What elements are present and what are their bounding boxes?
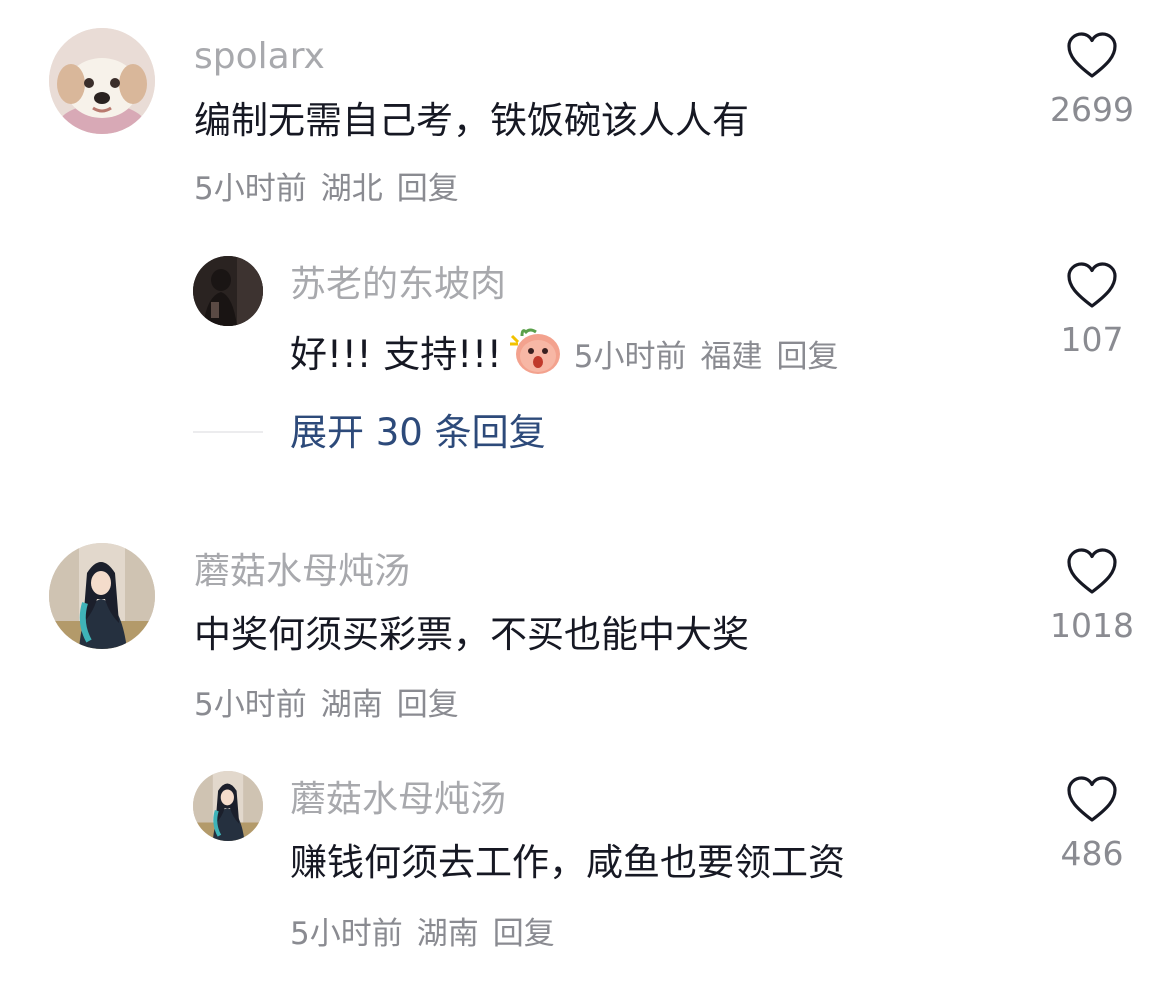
- like-count: 107: [1060, 320, 1124, 359]
- reply-meta: 5小时前 湖南 回复: [290, 914, 569, 954]
- comment-location: 湖南: [320, 687, 383, 723]
- like-button[interactable]: 107: [1032, 262, 1152, 360]
- reply-button[interactable]: 回复: [397, 687, 459, 723]
- reply-button[interactable]: 回复: [397, 171, 459, 207]
- reply-username[interactable]: 苏老的东坡肉: [290, 263, 506, 307]
- like-count: 2699: [1050, 90, 1134, 129]
- expand-replies-button[interactable]: 展开 30 条回复: [290, 410, 546, 456]
- reply-text-row: 好!!! 支持!!! 5小时前 福建 回复: [290, 326, 853, 387]
- like-button[interactable]: 1018: [1032, 548, 1152, 646]
- reply-location: 湖南: [416, 916, 479, 952]
- comment-text: 中奖何须买彩票，不买也能中大奖: [194, 613, 749, 656]
- like-count: 486: [1060, 834, 1124, 873]
- like-button[interactable]: 2699: [1032, 32, 1152, 130]
- heart-outline-icon: [1067, 32, 1117, 78]
- like-count: 1018: [1050, 606, 1134, 645]
- avatar[interactable]: [193, 256, 263, 326]
- reply-time: 5小时前: [290, 916, 403, 952]
- dark-figure-avatar-icon: [193, 256, 263, 326]
- comment-username[interactable]: 蘑菇水母炖汤: [194, 550, 410, 594]
- heart-outline-icon: [1067, 548, 1117, 594]
- comment-text: 编制无需自己考，铁饭碗该人人有: [194, 99, 749, 142]
- anime-character-avatar-icon: [49, 543, 155, 649]
- comment-location: 湖北: [320, 171, 383, 207]
- expand-divider: [193, 431, 263, 433]
- avatar[interactable]: [193, 771, 263, 841]
- reply-button[interactable]: 回复: [493, 916, 555, 952]
- anime-character-avatar-icon: [193, 771, 263, 841]
- reply-username[interactable]: 蘑菇水母炖汤: [290, 778, 506, 822]
- comment-meta: 5小时前 湖南 回复: [194, 685, 473, 725]
- reply-text: 好!!! 支持!!!: [290, 333, 502, 376]
- angry-peach-emoji-icon: [508, 326, 564, 387]
- heart-outline-icon: [1067, 262, 1117, 308]
- reply-time: 5小时前: [573, 339, 687, 375]
- avatar[interactable]: [49, 28, 155, 134]
- avatar[interactable]: [49, 543, 155, 649]
- comment-meta: 5小时前 湖北 回复: [194, 169, 473, 209]
- heart-outline-icon: [1067, 776, 1117, 822]
- reply-text: 赚钱何须去工作，咸鱼也要领工资: [290, 841, 845, 884]
- dog-avatar-icon: [49, 28, 155, 134]
- like-button[interactable]: 486: [1032, 776, 1152, 874]
- comment-time: 5小时前: [194, 171, 307, 207]
- reply-meta: 5小时前 福建 回复: [574, 339, 853, 375]
- comment-time: 5小时前: [194, 687, 307, 723]
- reply-button[interactable]: 回复: [777, 339, 839, 375]
- reply-location: 福建: [700, 339, 763, 375]
- comment-username[interactable]: spolarx: [194, 35, 325, 79]
